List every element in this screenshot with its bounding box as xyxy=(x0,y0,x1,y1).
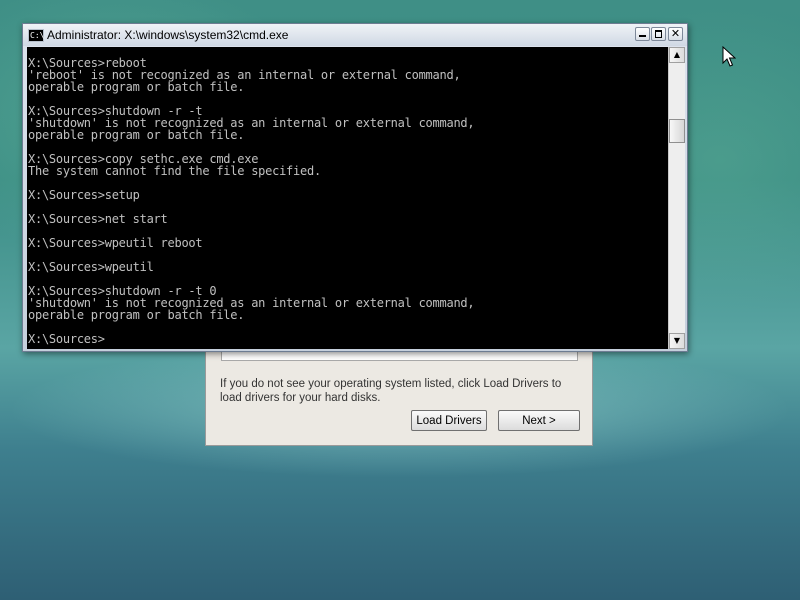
cmd-app-icon-label: C:\ xyxy=(30,31,45,40)
up-arrow-icon: ▲ xyxy=(673,50,681,59)
close-icon: ✕ xyxy=(670,27,681,40)
next-button[interactable]: Next > xyxy=(498,410,580,431)
cmd-window: C:\ Administrator: X:\windows\system32\c… xyxy=(22,23,688,352)
down-arrow-icon: ▼ xyxy=(673,336,681,345)
console-line: X:\Sources>net start xyxy=(28,212,168,226)
vertical-scrollbar[interactable]: ▲ ▼ xyxy=(668,47,685,349)
maximize-button[interactable] xyxy=(651,27,666,41)
scroll-up-button[interactable]: ▲ xyxy=(669,47,685,63)
console-line: X:\Sources> xyxy=(28,332,105,346)
minimize-button[interactable] xyxy=(635,27,650,41)
cmd-app-icon[interactable]: C:\ xyxy=(28,29,44,42)
window-title: Administrator: X:\windows\system32\cmd.e… xyxy=(47,28,289,42)
scroll-thumb[interactable] xyxy=(669,119,685,143)
mouse-pointer-icon xyxy=(722,46,736,67)
console-line: operable program or batch file. xyxy=(28,308,245,322)
close-button[interactable]: ✕ xyxy=(668,27,683,41)
setup-dialog: If you do not see your operating system … xyxy=(205,340,593,446)
console-line: operable program or batch file. xyxy=(28,80,245,94)
console-line: operable program or batch file. xyxy=(28,128,245,142)
console-area[interactable]: X:\Sources>reboot'reboot' is not recogni… xyxy=(27,47,668,349)
console-line: The system cannot find the file specifie… xyxy=(28,164,321,178)
console-line: X:\Sources>setup xyxy=(28,188,140,202)
load-drivers-hint: If you do not see your operating system … xyxy=(220,378,562,404)
scroll-down-button[interactable]: ▼ xyxy=(669,333,685,349)
console-output: X:\Sources>reboot'reboot' is not recogni… xyxy=(27,47,668,345)
maximize-icon xyxy=(655,30,662,38)
load-drivers-button[interactable]: Load Drivers xyxy=(411,410,487,431)
console-line: X:\Sources>wpeutil xyxy=(28,260,154,274)
console-line: X:\Sources>wpeutil reboot xyxy=(28,236,203,250)
minimize-icon xyxy=(639,35,646,37)
title-bar[interactable]: C:\ Administrator: X:\windows\system32\c… xyxy=(23,24,687,46)
